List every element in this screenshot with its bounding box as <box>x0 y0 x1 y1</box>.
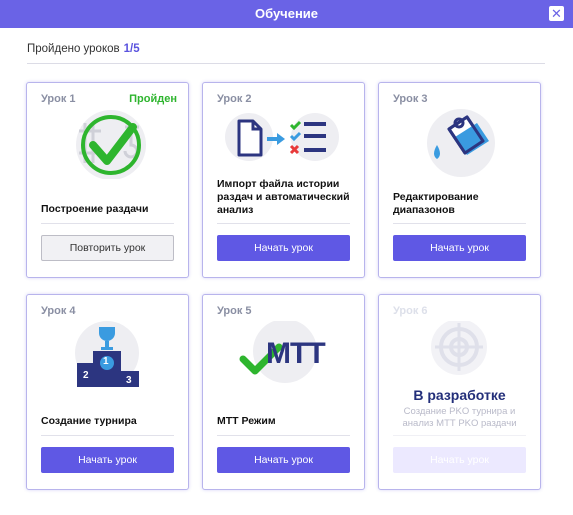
completed-badge: Пройден <box>129 93 177 105</box>
divider <box>217 223 350 224</box>
lesson-title: Построение раздачи <box>41 203 149 215</box>
lesson-card-1: Урок 1 Пройден Построение раздачи Повтор… <box>26 82 189 278</box>
lesson-number: Урок 2 <box>217 93 252 105</box>
lesson-card-3: Урок 3 Редактирование диапазонов Начать … <box>378 82 541 278</box>
divider <box>27 63 545 64</box>
close-icon[interactable]: ✕ <box>549 6 564 21</box>
start-lesson-button[interactable]: Начать урок <box>41 447 174 473</box>
mtt-logo-text: МТТ <box>266 337 326 370</box>
repeat-lesson-button[interactable]: Повторить урок <box>41 235 174 261</box>
file-import-icon <box>203 109 364 179</box>
divider <box>393 223 526 224</box>
lesson-title: МТТ Режим <box>217 415 276 427</box>
lesson-card-2: Урок 2 Импорт файла истории раздач и авт… <box>202 82 365 278</box>
target-icon <box>379 319 540 391</box>
lesson-number: Урок 6 <box>393 305 428 317</box>
podium-trophy-icon: 1 2 3 <box>27 321 188 391</box>
lesson-number: Урок 3 <box>393 93 428 105</box>
lesson-card-6: Урок 6 В разработке Создание PKO турнира… <box>378 294 541 490</box>
progress-value: 1/5 <box>123 43 140 55</box>
divider <box>393 435 526 436</box>
divider <box>41 435 174 436</box>
podium-place-1: 1 <box>103 356 109 367</box>
mtt-check-icon: МТТ <box>203 319 364 391</box>
lesson-title: Создание турнира <box>41 415 137 427</box>
paint-bucket-icon <box>379 109 540 179</box>
start-lesson-button[interactable]: Начать урок <box>393 235 526 261</box>
progress-label: Пройдено уроков <box>27 43 120 55</box>
divider <box>41 223 174 224</box>
lessons-progress: Пройдено уроков 1/5 <box>27 43 140 55</box>
start-lesson-button-disabled: Начать урок <box>393 447 526 473</box>
check-circle-icon <box>27 109 188 180</box>
lesson-number: Урок 1 <box>41 93 76 105</box>
lesson-card-4: Урок 4 1 2 3 Создание турнира Начать уро… <box>26 294 189 490</box>
podium-place-2: 2 <box>83 370 89 381</box>
lesson-card-5: Урок 5 МТТ МТТ Режим Начать урок <box>202 294 365 490</box>
podium-place-3: 3 <box>126 375 132 386</box>
lesson-title: Создание PKO турнира и анализ МТТ PKO ра… <box>402 406 517 429</box>
start-lesson-button[interactable]: Начать урок <box>217 235 350 261</box>
divider <box>217 435 350 436</box>
in-development-label: В разработке <box>413 387 506 403</box>
lesson-title: Редактирование диапазонов <box>393 191 479 216</box>
lesson-number: Урок 4 <box>41 305 76 317</box>
lesson-number: Урок 5 <box>217 305 252 317</box>
start-lesson-button[interactable]: Начать урок <box>217 447 350 473</box>
lesson-title: Импорт файла истории раздач и автоматиче… <box>217 178 350 216</box>
window-title: Обучение <box>254 6 319 21</box>
title-bar: Обучение ✕ <box>0 0 573 28</box>
